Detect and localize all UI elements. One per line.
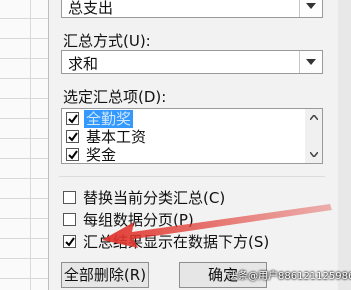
chevron-down-icon[interactable] bbox=[299, 51, 322, 73]
watermark-text: 头条@用户8861211259865 bbox=[228, 271, 351, 282]
classify-field-dropdown[interactable]: 总支出 bbox=[61, 0, 323, 18]
list-item-quanqinjiang[interactable]: 全勤奖 bbox=[66, 110, 286, 128]
chevron-down-icon[interactable] bbox=[299, 0, 322, 17]
function-label: 汇总方式(U): bbox=[63, 32, 151, 50]
option-label: 汇总结果显示在数据下方(S) bbox=[83, 233, 270, 251]
list-item-jiangjin[interactable]: 奖金 bbox=[66, 146, 286, 164]
option-checkbox[interactable] bbox=[63, 191, 76, 204]
option-checkbox[interactable] bbox=[63, 235, 76, 248]
option-label: 替换当前分类汇总(C) bbox=[83, 189, 226, 207]
subtotal-dialog: 总支出 汇总方式(U): 求和 选定汇总项(D): 全勤奖 基本工资 奖金 替换… bbox=[48, 0, 339, 290]
spreadsheet-background bbox=[0, 0, 48, 290]
option-checkbox[interactable] bbox=[63, 213, 76, 226]
remove-all-button[interactable]: 全部删除(R) bbox=[61, 262, 149, 288]
subtotal-items-list[interactable]: 全勤奖 基本工资 奖金 bbox=[61, 108, 307, 164]
function-value: 求和 bbox=[68, 55, 99, 73]
list-scrollbar[interactable] bbox=[305, 108, 323, 164]
item-checkbox[interactable] bbox=[66, 112, 79, 125]
list-item-label: 全勤奖 bbox=[84, 110, 134, 128]
option-label: 每组数据分页(P) bbox=[83, 211, 194, 229]
item-checkbox[interactable] bbox=[66, 148, 79, 161]
item-checkbox[interactable] bbox=[66, 130, 79, 143]
classify-field-value: 总支出 bbox=[68, 0, 114, 17]
list-item-label: 基本工资 bbox=[86, 128, 147, 146]
items-label: 选定汇总项(D): bbox=[63, 88, 167, 106]
window-edge bbox=[338, 0, 351, 290]
chevron-down-icon[interactable] bbox=[310, 152, 318, 157]
list-item-label: 奖金 bbox=[86, 146, 117, 164]
function-dropdown[interactable]: 求和 bbox=[61, 50, 323, 74]
list-item-jibengongzi[interactable]: 基本工资 bbox=[66, 128, 286, 146]
divider bbox=[59, 176, 325, 177]
chevron-up-icon[interactable] bbox=[310, 115, 318, 120]
